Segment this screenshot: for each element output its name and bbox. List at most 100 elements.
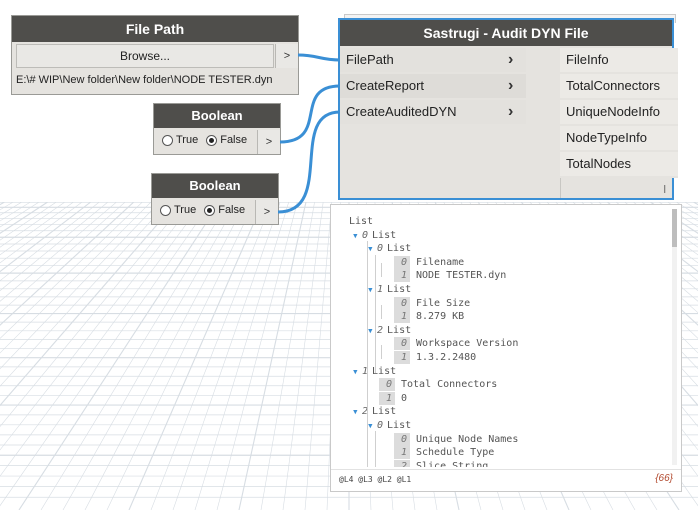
boolean-node-title: Boolean: [154, 104, 280, 128]
filepath-output-port[interactable]: >: [275, 44, 298, 68]
grid-line: [150, 187, 278, 510]
preview-tree-row: 0 Unique Node Names: [394, 432, 519, 446]
radio-false[interactable]: [204, 204, 216, 216]
preview-tree-row: 1 1.3.2.2480: [394, 351, 476, 364]
preview-bubble[interactable]: List ▾ 0 List ▾ 0 List 0 Filename 1 NODE TESTER.dy…: [330, 204, 682, 492]
output-port-totalconnectors[interactable]: TotalConnectors: [560, 74, 678, 100]
list-index: 0: [377, 243, 384, 255]
list-value: Schedule Type: [416, 447, 495, 459]
list-value: List: [372, 406, 397, 418]
tree-guide-line: [381, 305, 382, 319]
output-port-nodetypeinfo[interactable]: NodeTypeInfo: [560, 126, 678, 152]
list-index: 1: [379, 391, 395, 405]
preview-tree-row: ▾ 0 List: [367, 242, 411, 255]
grid-line: [84, 187, 254, 510]
boolean-1-output-port[interactable]: >: [257, 130, 280, 154]
output-port-label: FileInfo: [566, 52, 609, 67]
list-index: 0: [394, 255, 410, 269]
preview-tree-row: 2 Slice String: [394, 459, 489, 467]
input-port-label: CreateAuditedDYN: [346, 104, 457, 119]
list-value: Slice String: [416, 460, 489, 467]
grid-line: [238, 187, 310, 510]
preview-tree-row: 1 NODE TESTER.dyn: [394, 269, 507, 283]
grid-line: [106, 187, 262, 510]
list-index: 1: [394, 446, 410, 460]
list-value: List: [349, 216, 374, 227]
expand-triangle-icon[interactable]: ▾: [367, 242, 377, 255]
output-port-uniquenodeinfo[interactable]: UniqueNodeInfo: [560, 100, 678, 126]
list-value: Total Connectors: [401, 379, 498, 391]
list-index: 0: [377, 420, 384, 431]
boolean-node-title: Boolean: [152, 174, 278, 198]
preview-tree-row: ▾ 0 List: [367, 419, 411, 432]
list-value: 8.279 KB: [416, 311, 465, 323]
browse-button[interactable]: Browse...: [16, 44, 274, 68]
preview-scrollbar-thumb[interactable]: [672, 209, 677, 247]
boolean-node-2[interactable]: Boolean True False >: [152, 174, 278, 224]
radio-true[interactable]: [160, 204, 171, 216]
list-index: 2: [377, 324, 384, 336]
expand-triangle-icon[interactable]: ▾: [352, 405, 362, 418]
grid-line: [172, 187, 286, 510]
filepath-value: E:\# WIP\New folder\New folder\NODE TEST…: [16, 74, 273, 86]
grid-line: [0, 187, 46, 216]
preview-tree-row: 0 File Size: [394, 296, 470, 310]
audit-dyn-node[interactable]: Sastrugi - Audit DYN File FilePath › Creat…: [340, 20, 678, 198]
expand-triangle-icon[interactable]: ▾: [352, 229, 362, 242]
audit-dyn-node-title: Sastrugi - Audit DYN File: [340, 20, 672, 46]
output-port-label: TotalNodes: [566, 156, 632, 171]
preview-tree-row: 10: [379, 391, 408, 405]
grid-line: [0, 187, 110, 273]
grid-line: [0, 187, 86, 248]
preview-tree-row: 1 8.279 KB: [394, 310, 465, 324]
radio-true-label: True: [176, 134, 199, 146]
preview-tree-row: 0 Filename: [394, 255, 464, 269]
filepath-node[interactable]: File Path Browse... > E:\# WIP\New folde…: [12, 16, 298, 94]
grid-line: [128, 187, 270, 510]
tree-guide-line: [381, 263, 382, 277]
list-index: 1: [394, 351, 410, 364]
grid-line: [40, 187, 238, 510]
output-port-totalnodes[interactable]: TotalNodes: [560, 152, 678, 178]
radio-false-dot: [209, 137, 215, 143]
list-value: 0: [401, 392, 408, 404]
list-index: 2: [394, 459, 410, 467]
list-index: 1: [394, 310, 410, 324]
list-value: List: [387, 324, 412, 336]
output-port-fileinfo[interactable]: FileInfo: [560, 48, 678, 74]
filepath-node-title: File Path: [12, 16, 298, 42]
list-value: NODE TESTER.dyn: [416, 270, 507, 282]
input-port-filepath[interactable]: FilePath ›: [340, 48, 526, 72]
input-port-label: CreateReport: [346, 78, 425, 93]
output-port-label: NodeTypeInfo: [566, 130, 647, 145]
list-levels[interactable]: @L4 @L3 @L2 @L1: [339, 475, 411, 484]
preview-tree-row: ▾ 0 List: [352, 229, 396, 242]
tree-guide-line: [367, 241, 368, 467]
grid-line: [62, 187, 246, 510]
lacing-indicator[interactable]: l: [664, 184, 666, 196]
input-port-createauditeddyn[interactable]: CreateAuditedDYN ›: [340, 100, 526, 124]
expand-triangle-icon[interactable]: ▾: [352, 365, 362, 378]
boolean-node-1[interactable]: Boolean True False >: [154, 104, 280, 154]
preview-scrollbar-track[interactable]: [672, 209, 677, 465]
input-port-label: FilePath: [346, 52, 394, 67]
output-port-label: TotalConnectors: [566, 78, 660, 93]
radio-true[interactable]: [162, 134, 173, 146]
tree-guide-line: [381, 345, 382, 359]
list-index: 0: [394, 432, 410, 446]
preview-tree-row: 1 Schedule Type: [394, 446, 495, 460]
item-count: {66}: [655, 473, 673, 484]
list-value: Unique Node Names: [416, 433, 519, 445]
radio-false-dot: [207, 207, 213, 213]
radio-false[interactable]: [206, 134, 218, 146]
list-value: List: [387, 243, 412, 255]
grid-line: [18, 187, 230, 510]
input-port-createreport[interactable]: CreateReport ›: [340, 74, 526, 98]
tree-guide-line: [375, 431, 376, 467]
grid-line: [0, 187, 78, 241]
preview-tree-row: 0 Workspace Version: [394, 337, 518, 351]
preview-tree[interactable]: List ▾ 0 List ▾ 0 List 0 Filename 1 NODE TESTER.dy…: [331, 205, 667, 467]
radio-false-label: False: [220, 134, 248, 146]
grid-line: [0, 187, 166, 354]
boolean-2-output-port[interactable]: >: [255, 200, 278, 224]
